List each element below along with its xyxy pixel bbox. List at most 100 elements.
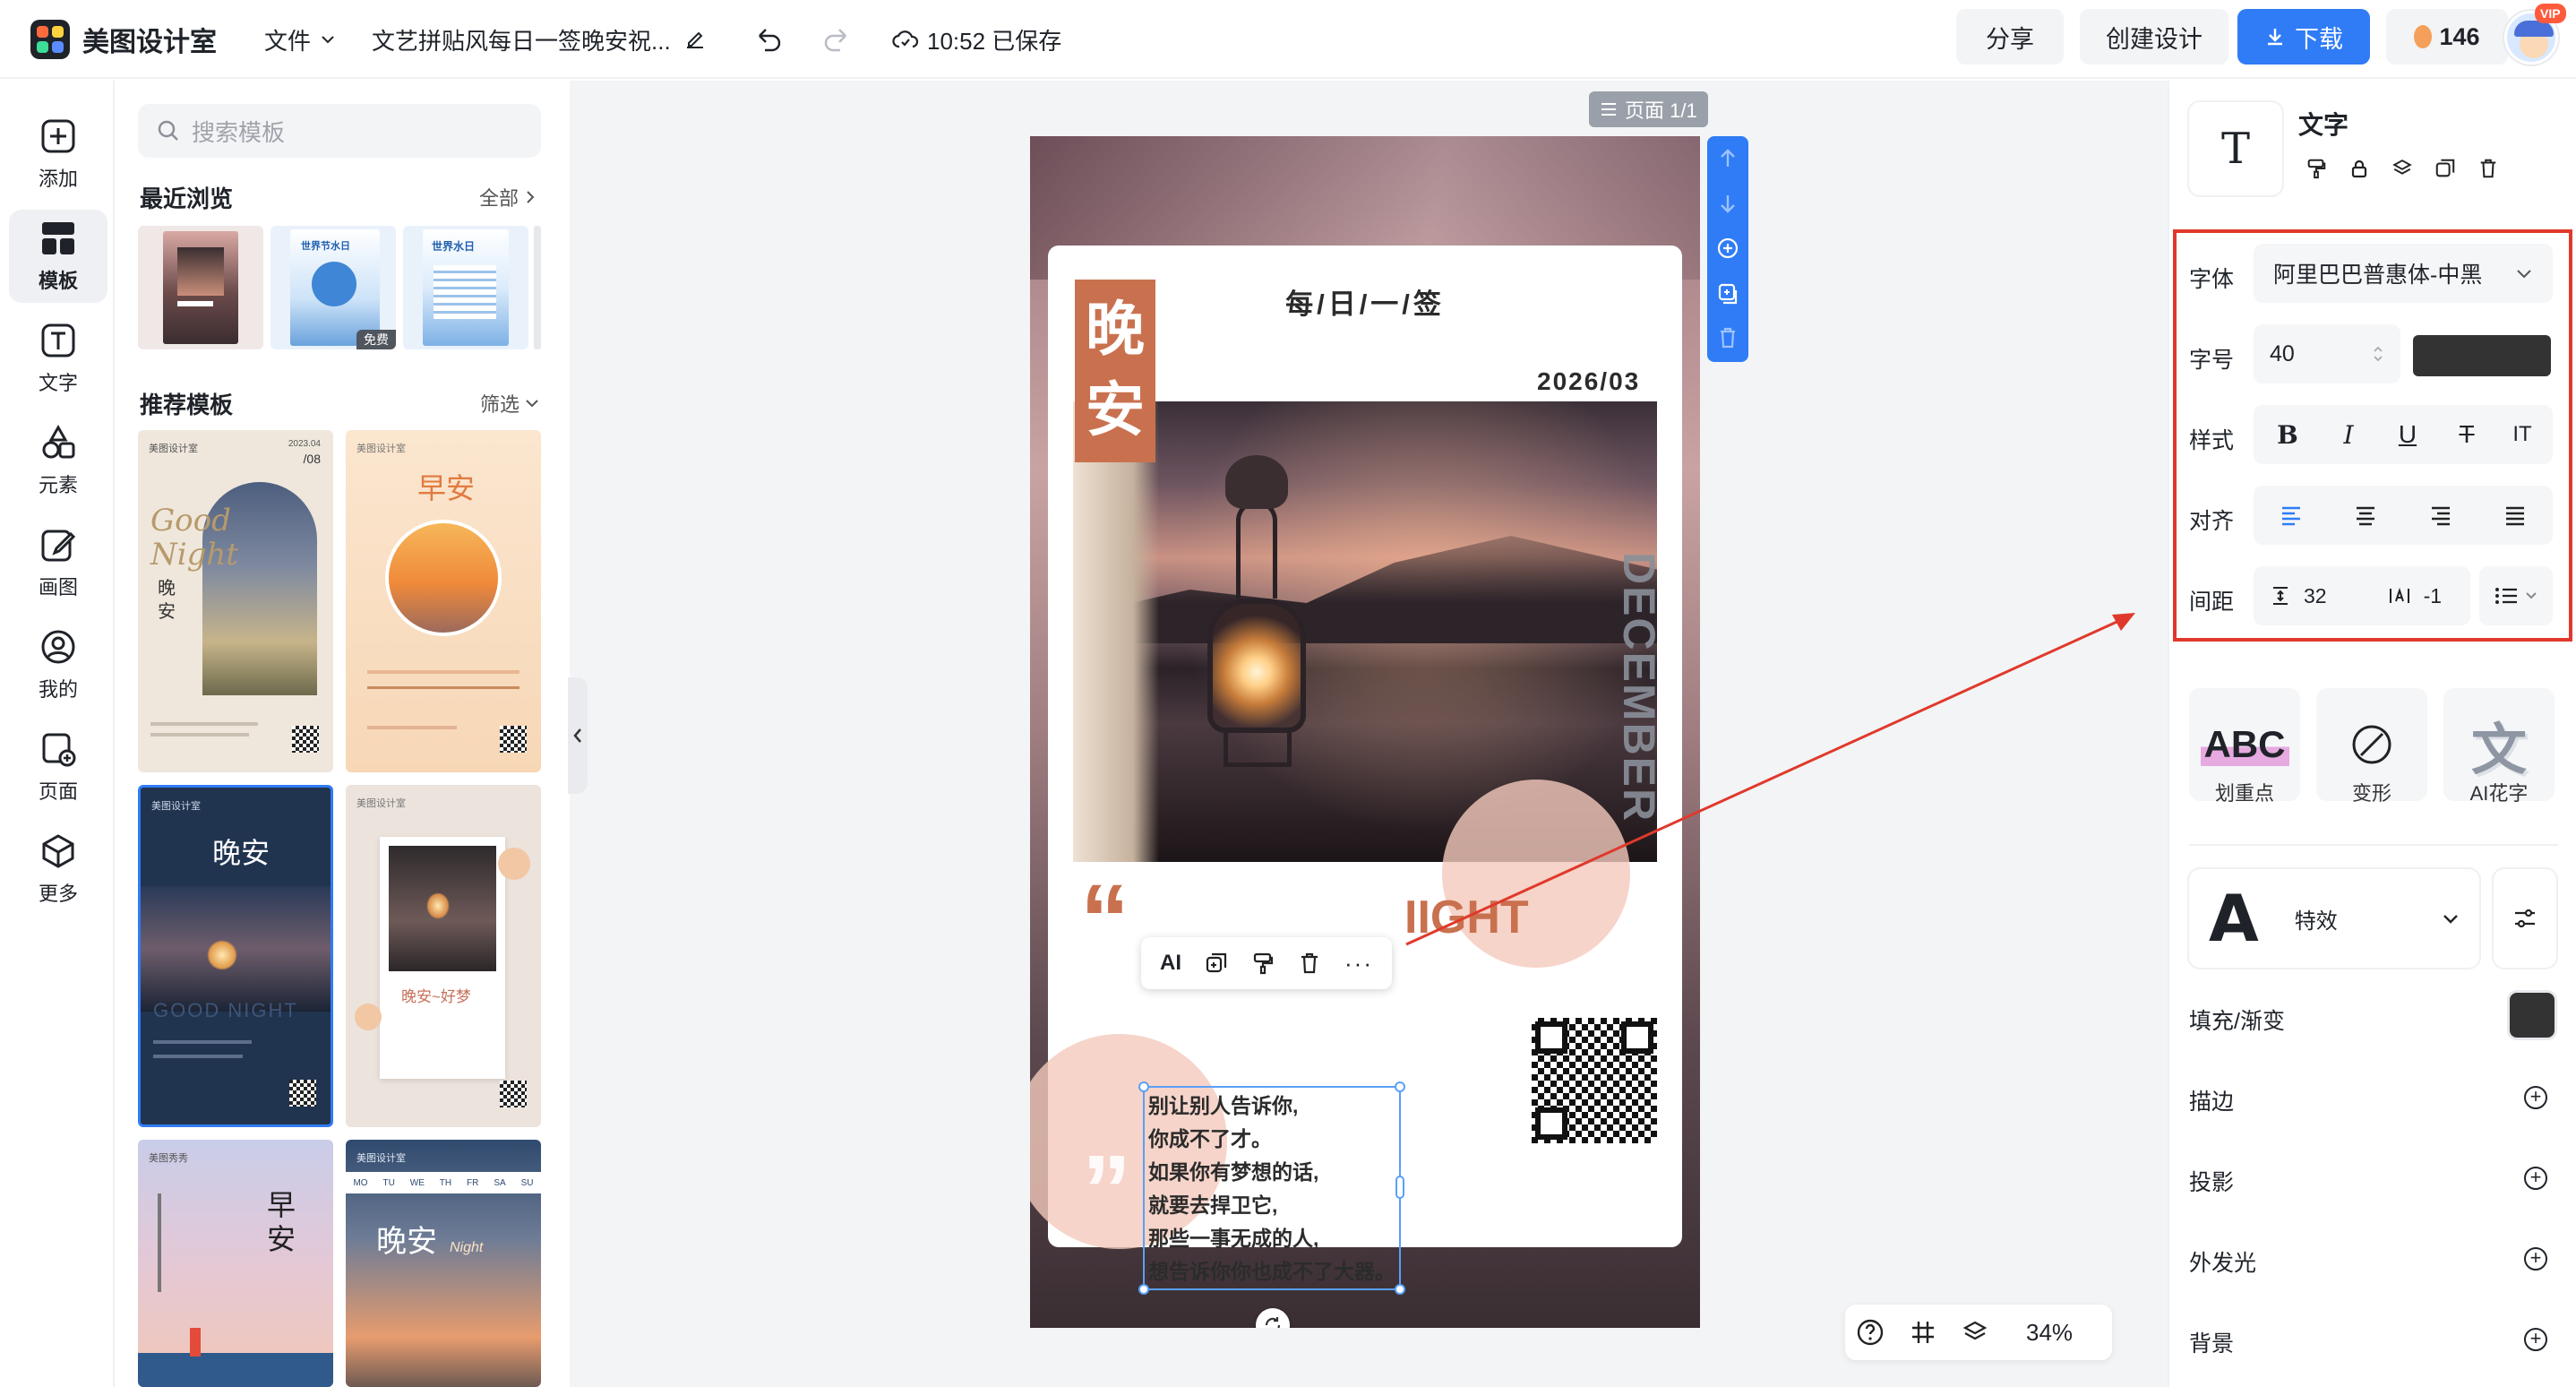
app-logo[interactable]: 美图设计室 [30,0,217,79]
duplicate-icon[interactable] [2434,158,2456,179]
align-label: 对齐 [2189,509,2235,534]
transform-icon [2352,725,2391,764]
thumb-title: 世界水日 [432,240,476,253]
lock-icon[interactable] [2348,158,2370,179]
doc-title[interactable]: 文艺拼贴风每日一签晚安祝... [372,0,707,79]
template-card[interactable]: 美图秀秀 早安 [138,1140,333,1387]
edit-icon[interactable] [683,28,707,51]
recent-thumb[interactable] [138,226,263,349]
line-spacing-value[interactable]: 32 [2304,584,2327,608]
template-brand: 美图设计室 [356,1153,406,1164]
effect-preset-select[interactable]: A 特效 [2189,869,2479,968]
undo-icon[interactable] [752,23,785,56]
element-icon [42,424,75,459]
font-label: 字体 [2189,267,2235,292]
add-icon [41,119,75,153]
filter-button[interactable]: 筛选 [480,389,539,418]
credits-button[interactable]: 146 [2386,9,2508,65]
delete-icon[interactable] [2477,158,2499,179]
nav-page[interactable]: 页面 [9,720,107,814]
save-status-text: 10:52 已保存 [927,27,1062,55]
template-title: 晚安~好梦 [401,988,471,1005]
template-card[interactable]: 美图设计室 早安 [346,430,541,772]
spacing-group: 32 -1 [2254,566,2470,625]
letter-spacing-value[interactable]: -1 [2424,584,2442,608]
fill-label: 填充/渐变 [2189,1009,2285,1034]
chevron-down-icon [526,400,538,408]
recommend-title: 推荐模板 [140,392,234,418]
template-card[interactable]: 美图设计室 晚安~好梦 [346,785,541,1127]
file-menu-label: 文件 [264,27,312,55]
add-shadow-icon[interactable]: + [2524,1167,2547,1190]
list-style-select[interactable] [2479,566,2553,625]
layers-icon[interactable] [2391,158,2413,179]
nav-mine[interactable]: 我的 [9,618,107,711]
week-day: WE [409,1177,425,1188]
font-family-select[interactable]: 阿里巴巴普惠体-中黑 [2254,244,2553,303]
font-size-value: 40 [2270,340,2295,366]
template-sub: GOOD NIGHT [153,999,298,1021]
chevron-down-icon [322,36,334,44]
redo-icon[interactable] [820,23,853,56]
text-style-group: B I U T IT [2254,405,2553,464]
template-search[interactable]: 搜索模板 [138,104,541,158]
stepper-icon[interactable] [2372,343,2384,365]
template-card[interactable]: 美图设计室 晚安 GOOD NIGHT [138,785,333,1127]
fill-color-swatch[interactable] [2510,993,2555,1038]
ai-text-effect-glyph: 文 [2470,719,2527,781]
week-day: SA [494,1177,506,1188]
divider [2189,844,2558,846]
recent-title: 最近浏览 [140,185,234,212]
template-brand: 美图设计室 [151,801,201,812]
align-justify-icon[interactable] [2503,504,2527,526]
element-actions [2306,158,2499,179]
week-day: TH [439,1177,452,1188]
add-background-icon[interactable]: + [2524,1328,2547,1351]
coin-icon [2414,25,2433,48]
bold-button[interactable]: B [2263,405,2313,464]
sliders-icon [2515,909,2535,928]
recent-all-link[interactable]: 全部 [479,183,537,211]
nav-element[interactable]: 元素 [9,414,107,507]
effect-settings-button[interactable] [2494,869,2556,968]
vip-badge: VIP [2535,4,2566,23]
panel-collapse-handle[interactable] [568,677,588,794]
effect-dropdown-label: 特效 [2294,909,2338,934]
recent-thumb[interactable]: 世界节水日 免费 [270,226,396,349]
align-center-icon[interactable] [2354,504,2377,526]
highlight-effect-glyph: ABC [2200,723,2289,766]
left-nav: 添加 模板 文字 元素 画图 我的 页面 更多 [0,81,115,1387]
recent-thumb[interactable]: 世界水日 [403,226,528,349]
text-align-group [2254,486,2553,545]
italic-button[interactable]: I [2323,405,2374,464]
nav-add[interactable]: 添加 [9,108,107,201]
add-stroke-icon[interactable]: + [2524,1086,2547,1109]
create-design-button[interactable]: 创建设计 [2080,9,2228,65]
nav-label: 模板 [38,270,78,292]
underline-button[interactable]: U [2383,405,2433,464]
add-glow-icon[interactable]: + [2524,1247,2547,1271]
annotation-arrow [1405,613,2135,946]
nav-template[interactable]: 模板 [9,210,107,303]
nav-more[interactable]: 更多 [9,823,107,916]
align-right-icon[interactable] [2429,504,2452,526]
chevron-down-icon [2526,592,2537,599]
template-date: 2023.04 [288,439,321,449]
template-card[interactable]: 美图设计室 MO TU WE TH FR SA SU 晚安 Night [346,1140,541,1387]
align-left-icon[interactable] [2280,504,2303,526]
format-painter-icon[interactable] [2306,158,2327,179]
share-button[interactable]: 分享 [1956,9,2064,65]
text-color-swatch[interactable] [2413,335,2551,376]
nav-text[interactable]: 文字 [9,312,107,405]
file-menu[interactable]: 文件 [264,0,336,79]
vertical-text-button[interactable]: IT [2497,405,2547,464]
template-card[interactable]: 美图设计室 2023.04 /08 Good Night 晚安 [138,430,333,772]
font-size-input[interactable]: 40 [2254,324,2400,383]
spacing-label: 间距 [2189,590,2235,615]
search-input[interactable]: 搜索模板 [192,115,285,148]
download-icon [2268,29,2282,46]
download-button[interactable]: 下载 [2237,9,2370,65]
canvas-area: 页面 1/1 每/日/一/签 2026/03 晚 安 DECEMBER “ ” … [570,81,2168,1387]
strikethrough-button[interactable]: T [2442,405,2492,464]
nav-draw[interactable]: 画图 [9,516,107,609]
